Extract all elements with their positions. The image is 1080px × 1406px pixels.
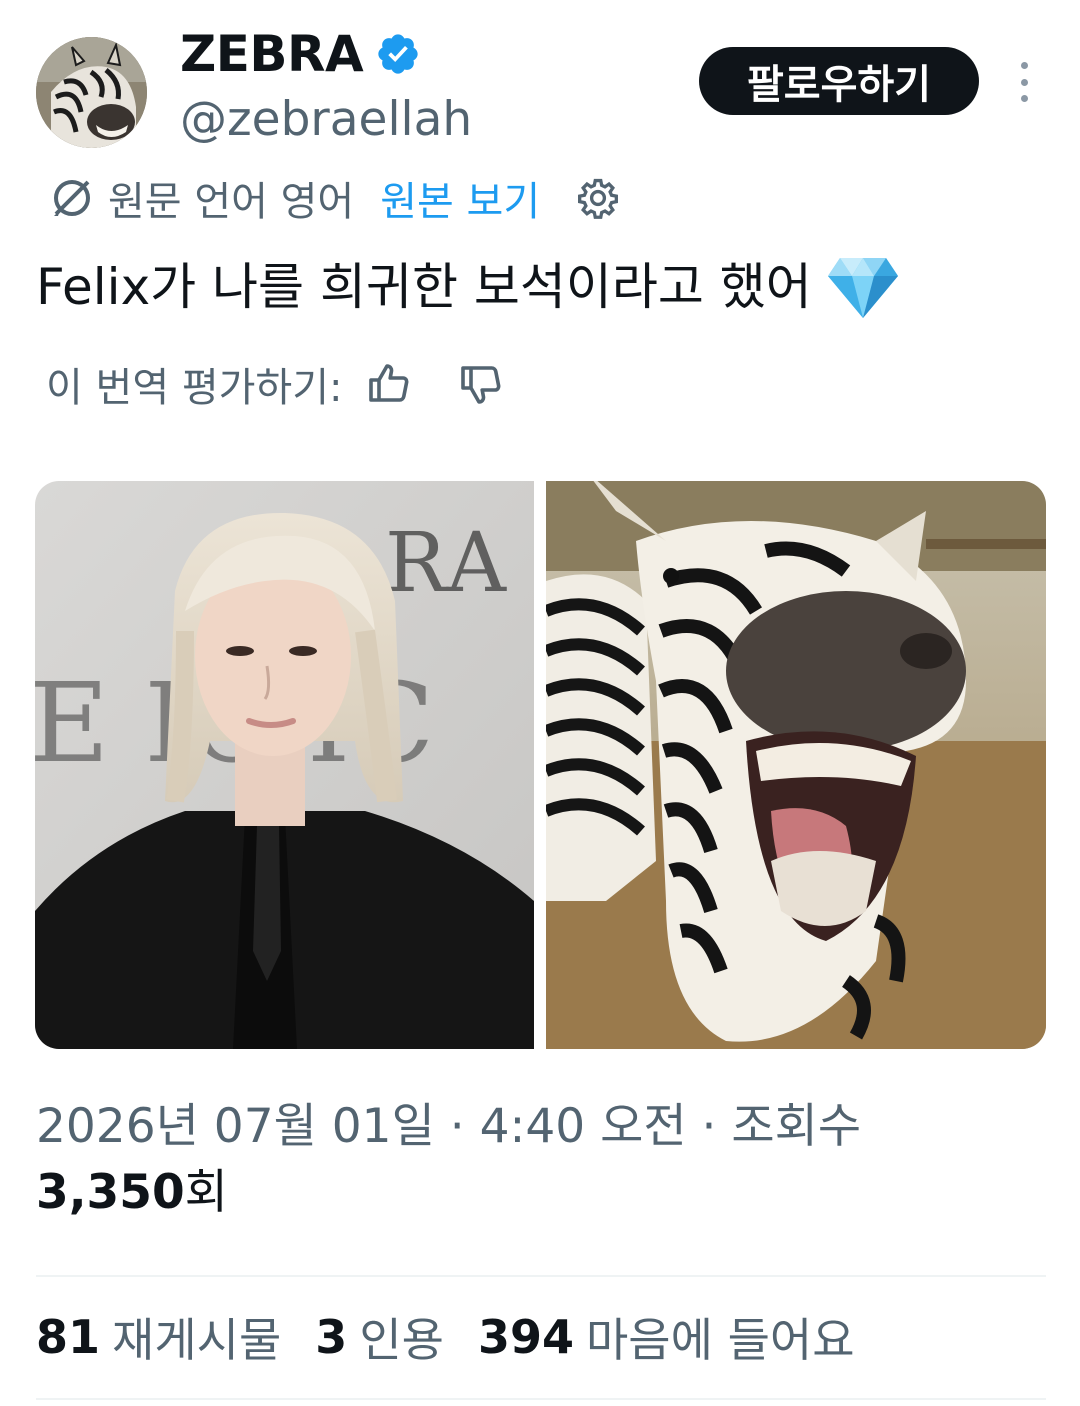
gear-icon[interactable] (576, 176, 620, 220)
zebra-photo (546, 481, 1046, 1049)
more-options-icon[interactable] (1012, 62, 1036, 102)
follow-button[interactable]: 팔로우하기 (699, 47, 979, 115)
display-name[interactable]: ZEBRA (180, 25, 364, 83)
translation-info: 원문 언어 영어 원본 보기 (46, 168, 620, 228)
tweet-detail-page: ZEBRA @zebraellah 팔로우하기 원문 언어 영어 원본 보기 F… (0, 0, 1080, 1406)
quotes-count: 3 (315, 1310, 348, 1364)
zebra-avatar-image (36, 37, 147, 148)
tweet-body: Felix가 나를 희귀한 보석이라고 했어 (36, 258, 812, 316)
backdrop-sign-text: RA (385, 516, 508, 611)
media-photo-left[interactable]: RA E IC IC (35, 481, 534, 1049)
quotes-label: 인용 (359, 1313, 444, 1367)
verified-badge-icon (378, 34, 418, 74)
view-count: 3,350 (36, 1165, 185, 1220)
engagement-stats: 81 재게시물 3 인용 394 마음에 들어요 (36, 1304, 889, 1370)
thumbs-down-icon[interactable] (457, 360, 505, 408)
quotes-stat[interactable]: 3 인용 (315, 1304, 444, 1370)
media-photo-right[interactable] (546, 481, 1046, 1049)
tweet-timestamp[interactable]: 2026년 07월 01일 · 4:40 오전 · 조회수 (36, 1099, 861, 1154)
divider (36, 1275, 1046, 1277)
thumbs-up-icon[interactable] (365, 360, 413, 408)
likes-label: 마음에 들어요 (585, 1313, 855, 1367)
tweet-text: Felix가 나를 희귀한 보석이라고 했어 (36, 252, 900, 322)
gem-stone-icon (827, 258, 898, 318)
divider (36, 1398, 1046, 1400)
author-name-row[interactable]: ZEBRA (180, 24, 421, 84)
likes-stat[interactable]: 394 마음에 들어요 (478, 1304, 855, 1370)
author-handle[interactable]: @zebraellah (180, 90, 472, 150)
reposts-count: 81 (36, 1310, 101, 1364)
reposts-label: 재게시물 (112, 1313, 282, 1367)
reposts-stat[interactable]: 81 재게시물 (36, 1304, 281, 1370)
view-count-suffix: 회 (184, 1165, 228, 1220)
rate-translation-label: 이 번역 평가하기: (46, 365, 343, 411)
translate-icon (54, 180, 90, 216)
rate-translation-row: 이 번역 평가하기: (46, 354, 505, 414)
avatar[interactable] (36, 37, 147, 148)
tweet-meta: 2026년 07월 01일 · 4:40 오전 · 조회수 3,350회 (36, 1094, 1046, 1226)
person-photo: RA E IC IC (35, 481, 534, 1049)
likes-count: 394 (477, 1310, 574, 1364)
source-language-label: 원문 언어 영어 (108, 179, 355, 225)
show-original-link[interactable]: 원본 보기 (380, 169, 540, 227)
